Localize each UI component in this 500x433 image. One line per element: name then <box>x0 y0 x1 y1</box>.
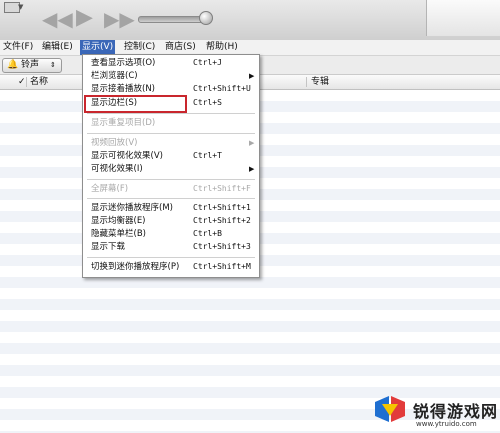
menu-item-label: 显示重复项目(D) <box>91 118 156 128</box>
column-divider[interactable] <box>26 77 27 87</box>
menu-item-mini-player[interactable]: 显示迷你播放程序(M) Ctrl+Shift+1 <box>91 202 257 214</box>
menu-item-shortcut: Ctrl+B <box>193 229 222 238</box>
menu-item-label: 隐藏菜单栏(B) <box>91 229 146 239</box>
watermark-brand: 锐得游戏网 <box>413 402 499 421</box>
submenu-arrow-icon: ▶ <box>249 139 255 147</box>
menu-store[interactable]: 商店(S) <box>163 40 198 55</box>
volume-knob[interactable] <box>199 11 213 25</box>
menu-item-shortcut: Ctrl+Shift+1 <box>193 203 251 212</box>
column-album[interactable]: 专辑 <box>311 75 329 89</box>
menu-item-shortcut: Ctrl+Shift+M <box>193 262 251 271</box>
source-label: 铃声 <box>21 60 40 70</box>
menu-item-shortcut: Ctrl+Shift+3 <box>193 242 251 251</box>
watermark-url: www.ytruido.com <box>416 420 477 428</box>
menu-controls[interactable]: 控制(C) <box>122 40 157 55</box>
menu-item-label: 显示均衡器(E) <box>91 216 146 226</box>
menu-item-equalizer[interactable]: 显示均衡器(E) Ctrl+Shift+2 <box>91 215 257 227</box>
menu-item-label: 切换到迷你播放程序(P) <box>91 262 180 272</box>
menu-separator <box>87 257 255 258</box>
submenu-arrow-icon: ▶ <box>249 72 255 80</box>
menu-item-label: 显示可视化效果(V) <box>91 151 163 161</box>
status-display <box>426 0 500 36</box>
menu-item-view-options[interactable]: 查看显示选项(O) Ctrl+J <box>91 57 257 69</box>
menu-file[interactable]: 文件(F) <box>1 40 35 55</box>
menu-separator <box>87 179 255 180</box>
menu-item-label: 显示接着播放(N) <box>91 84 155 94</box>
menu-item-label: 栏浏览器(C) <box>91 71 138 81</box>
menu-item-shortcut: Ctrl+S <box>193 98 222 107</box>
menu-item-visualizer[interactable]: 可视化效果(I) ▶ <box>91 163 257 175</box>
menu-item-video-playback: 视频回放(V) ▶ <box>91 137 257 149</box>
menu-edit[interactable]: 编辑(E) <box>40 40 75 55</box>
menu-item-show-downloads[interactable]: 显示下载 Ctrl+Shift+3 <box>91 241 257 253</box>
menu-item-show-visualizer[interactable]: 显示可视化效果(V) Ctrl+T <box>91 150 257 162</box>
view-menu-dropdown: 查看显示选项(O) Ctrl+J 栏浏览器(C) ▶ 显示接着播放(N) Ctr… <box>82 54 260 278</box>
menu-separator <box>87 198 255 199</box>
chevron-down-icon[interactable]: ▼ <box>18 3 23 11</box>
source-selector[interactable]: 🔔 铃声 ⇕ <box>2 58 62 73</box>
next-track-icon[interactable]: ▶▶ <box>104 9 135 29</box>
menu-item-shortcut: Ctrl+Shift+U <box>193 84 251 93</box>
submenu-arrow-icon: ▶ <box>249 165 255 173</box>
menu-item-hide-menubar[interactable]: 隐藏菜单栏(B) Ctrl+B <box>91 228 257 240</box>
menu-item-shortcut: Ctrl+Shift+F <box>193 184 251 193</box>
column-divider[interactable] <box>306 77 307 87</box>
previous-track-icon[interactable]: ◀◀ <box>42 9 73 29</box>
menu-item-label: 可视化效果(I) <box>91 164 143 174</box>
menu-item-label: 查看显示选项(O) <box>91 58 156 68</box>
menu-item-shortcut: Ctrl+Shift+2 <box>193 216 251 225</box>
menu-item-full-screen: 全屏幕(F) Ctrl+Shift+F <box>91 183 257 195</box>
menu-item-label: 全屏幕(F) <box>91 184 129 194</box>
menu-item-column-browser[interactable]: 栏浏览器(C) ▶ <box>91 70 257 82</box>
checkmark-icon[interactable]: ✓ <box>18 75 26 89</box>
menu-view[interactable]: 显示(V) <box>80 40 116 55</box>
player-toolbar: ▼ ◀◀ ▶ ▶▶ <box>0 0 500 41</box>
menu-item-switch-mini-player[interactable]: 切换到迷你播放程序(P) Ctrl+Shift+M <box>91 261 257 273</box>
bell-icon: 🔔 <box>7 60 19 70</box>
menu-help[interactable]: 帮助(H) <box>204 40 240 55</box>
play-icon[interactable]: ▶ <box>76 7 93 29</box>
menu-separator <box>87 133 255 134</box>
watermark-logo-icon <box>375 396 405 422</box>
annotation-highlight-box <box>84 95 187 113</box>
column-name[interactable]: 名称 <box>30 75 48 89</box>
menu-item-label: 显示迷你播放程序(M) <box>91 203 173 213</box>
menu-item-up-next[interactable]: 显示接着播放(N) Ctrl+Shift+U <box>91 83 257 95</box>
menu-separator <box>87 113 255 114</box>
menu-item-shortcut: Ctrl+J <box>193 58 222 67</box>
menu-item-label: 显示下载 <box>91 242 126 252</box>
menu-item-label: 视频回放(V) <box>91 138 138 148</box>
menu-item-shortcut: Ctrl+T <box>193 151 222 160</box>
menu-item-show-duplicates: 显示重复项目(D) <box>91 117 257 129</box>
updown-icon: ⇕ <box>50 61 56 69</box>
